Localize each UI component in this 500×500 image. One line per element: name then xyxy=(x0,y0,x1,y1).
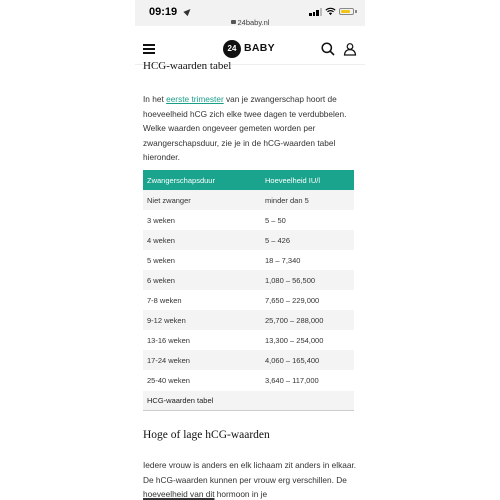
table-cell: 1,080 – 56,500 xyxy=(261,270,354,290)
table-row: Niet zwanger minder dan 5 xyxy=(143,190,354,210)
table-cell: 25,700 – 288,000 xyxy=(261,310,354,330)
table-cell: 3,640 – 117,000 xyxy=(261,370,354,390)
section-heading-hcg-table: HCG-waarden tabel xyxy=(143,60,232,72)
table-cell: 6 weken xyxy=(143,270,261,290)
table-cell: 7-8 weken xyxy=(143,290,261,310)
user-profile-icon[interactable] xyxy=(343,42,357,56)
address-bar[interactable]: 24baby.nl xyxy=(135,18,365,27)
table-cell: 7,650 – 229,000 xyxy=(261,290,354,310)
table-header-row: Zwangerschapsduur Hoeveelheid IU/l xyxy=(143,170,354,190)
table-cell: 4,060 – 165,400 xyxy=(261,350,354,370)
table-cell: 25-40 weken xyxy=(143,370,261,390)
battery-icon xyxy=(339,8,354,15)
table-cell: 5 – 426 xyxy=(261,230,354,250)
hcg-values-table: Zwangerschapsduur Hoeveelheid IU/l Niet … xyxy=(143,170,354,390)
para-text-start: Iedere vrouw is anders en elk lichaam zi… xyxy=(143,460,357,485)
table-cell: 17-24 weken xyxy=(143,350,261,370)
table-row: 17-24 weken 4,060 – 165,400 xyxy=(143,350,354,370)
status-bar: 09:19 24baby.nl xyxy=(135,0,365,27)
table-cell: 4 weken xyxy=(143,230,261,250)
cellular-signal-icon xyxy=(309,8,323,16)
para-text-end: hormoon in je xyxy=(214,489,268,500)
logo-badge[interactable]: 24 xyxy=(223,40,241,58)
table-cell: 18 – 7,340 xyxy=(261,250,354,270)
phone-screen: 09:19 24baby.nl 24 BABY HCG-waarden tabe… xyxy=(135,0,365,500)
table-row: 9-12 weken 25,700 – 288,000 xyxy=(143,310,354,330)
table-row: 7-8 weken 7,650 – 229,000 xyxy=(143,290,354,310)
intro-text-end: van je zwangerschap hoort de hoeveelheid… xyxy=(143,94,347,163)
table-cell: 13-16 weken xyxy=(143,330,261,350)
first-trimester-link[interactable]: eerste trimester xyxy=(166,94,224,104)
table-row: 3 weken 5 – 50 xyxy=(143,210,354,230)
logo-text[interactable]: BABY xyxy=(244,42,275,54)
table-cell: 13,300 – 254,000 xyxy=(261,330,354,350)
section-heading-high-low: Hoge of lage hCG-waarden xyxy=(143,429,270,441)
table-row: 5 weken 18 – 7,340 xyxy=(143,250,354,270)
table-cell: 5 weken xyxy=(143,250,261,270)
column-header-duration: Zwangerschapsduur xyxy=(143,170,261,190)
search-icon[interactable] xyxy=(321,42,335,56)
table-row: 6 weken 1,080 – 56,500 xyxy=(143,270,354,290)
table-row: 25-40 weken 3,640 – 117,000 xyxy=(143,370,354,390)
table-cell: 9-12 weken xyxy=(143,310,261,330)
table-cell: minder dan 5 xyxy=(261,190,354,210)
url-text: 24baby.nl xyxy=(237,18,270,27)
table-row: 13-16 weken 13,300 – 254,000 xyxy=(143,330,354,350)
underlined-phrase: hoeveelheid van dit xyxy=(143,489,215,500)
table-caption: HCG-waarden tabel xyxy=(143,391,354,411)
table-cell: 5 – 50 xyxy=(261,210,354,230)
intro-paragraph: In het eerste trimester van je zwangersc… xyxy=(143,92,358,165)
table-row: 4 weken 5 – 426 xyxy=(143,230,354,250)
status-time: 09:19 xyxy=(149,6,178,18)
wifi-icon xyxy=(325,7,336,16)
intro-text-start: In het xyxy=(143,94,167,105)
table-cell: 3 weken xyxy=(143,210,261,230)
location-arrow-icon xyxy=(183,6,193,17)
lock-icon xyxy=(230,20,236,25)
battery-cap xyxy=(355,10,357,13)
table-cell: Niet zwanger xyxy=(143,190,261,210)
column-header-amount: Hoeveelheid IU/l xyxy=(261,170,354,190)
menu-icon[interactable] xyxy=(143,44,155,54)
body-paragraph: Iedere vrouw is anders en elk lichaam zi… xyxy=(143,458,358,500)
